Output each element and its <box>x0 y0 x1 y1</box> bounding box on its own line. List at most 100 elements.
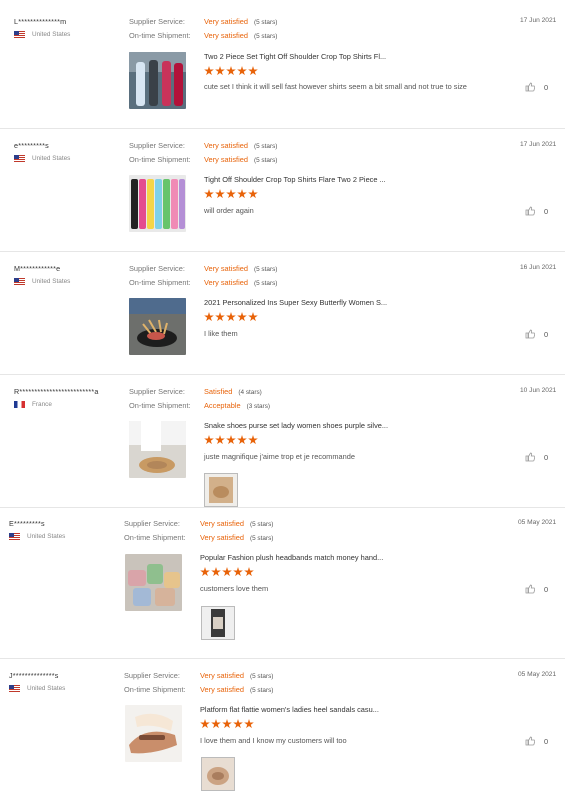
review-comment: I love them and I know my customers will… <box>200 736 347 745</box>
like-button[interactable]: 0 <box>525 584 548 594</box>
shipment-rating: Very satisfied (5 stars) <box>204 278 277 287</box>
review-item: e*********s United States Supplier Servi… <box>0 129 565 251</box>
reviewer-country: United States <box>14 278 70 285</box>
product-title[interactable]: Platform flat flattie women's ladies hee… <box>200 705 379 714</box>
star-rating <box>204 312 259 322</box>
like-button[interactable]: 0 <box>525 736 548 746</box>
supplier-service-value: Very satisfied <box>204 141 248 150</box>
country-label: United States <box>32 155 71 162</box>
product-thumbnail[interactable] <box>125 705 182 762</box>
product-thumbnail[interactable] <box>129 52 186 109</box>
reviewer-name: e*********s <box>14 141 49 150</box>
shipment-stars: (3 stars) <box>246 403 271 410</box>
like-button[interactable]: 0 <box>525 452 548 462</box>
review-date: 16 Jun 2021 <box>520 264 557 271</box>
thumbs-up-icon <box>525 206 535 216</box>
supplier-service-stars: (5 stars) <box>249 673 274 680</box>
star-icon <box>211 719 221 729</box>
star-rating <box>204 435 259 445</box>
review-comment: customers love them <box>200 584 269 593</box>
star-icon <box>204 189 214 199</box>
star-icon <box>215 189 225 199</box>
country-label: United States <box>32 31 71 38</box>
shipment-stars: (5 stars) <box>253 33 278 40</box>
shipment-rating: Acceptable (3 stars) <box>204 401 270 410</box>
reviewer-name: R*************************a <box>14 387 99 396</box>
like-button[interactable]: 0 <box>525 206 548 216</box>
country-label: United States <box>32 278 71 285</box>
star-icon <box>248 312 258 322</box>
review-item: R*************************a France Suppl… <box>0 375 565 507</box>
review-photo[interactable] <box>201 757 235 791</box>
us-flag-icon <box>14 278 25 285</box>
star-icon <box>222 719 232 729</box>
supplier-service-stars: (5 stars) <box>253 143 278 150</box>
product-title[interactable]: Two 2 Piece Set Tight Off Shoulder Crop … <box>204 52 386 61</box>
supplier-service-label: Supplier Service: <box>124 519 180 528</box>
product-thumbnail[interactable] <box>129 421 186 478</box>
review-photo[interactable] <box>201 606 235 640</box>
shipment-rating: Very satisfied (5 stars) <box>200 533 273 542</box>
us-flag-icon <box>14 155 25 162</box>
supplier-service-stars: (4 stars) <box>238 389 262 396</box>
product-thumbnail[interactable] <box>129 175 186 232</box>
supplier-service-stars: (5 stars) <box>253 266 278 273</box>
review-date: 05 May 2021 <box>518 519 557 526</box>
product-thumbnail[interactable] <box>125 554 182 611</box>
supplier-service-stars: (5 stars) <box>253 19 278 26</box>
star-icon <box>237 189 247 199</box>
reviewer-name: M************e <box>14 264 61 273</box>
us-flag-icon <box>9 685 20 692</box>
star-icon <box>248 189 258 199</box>
like-button[interactable]: 0 <box>525 82 548 92</box>
star-icon <box>204 435 214 445</box>
review-item: E*********s United States Supplier Servi… <box>0 508 565 658</box>
star-icon <box>244 719 254 729</box>
shipment-rating: Very satisfied (5 stars) <box>204 31 277 40</box>
reviewer-country: United States <box>9 533 65 540</box>
star-rating <box>200 719 255 729</box>
shipment-label: On-time Shipment: <box>129 155 191 164</box>
star-icon <box>204 66 214 76</box>
reviewer-name: J**************s <box>9 671 59 680</box>
reviewer-country: United States <box>14 155 70 162</box>
like-count: 0 <box>544 82 549 92</box>
thumbs-up-icon <box>525 329 535 339</box>
product-title[interactable]: Snake shoes purse set lady women shoes p… <box>204 421 388 430</box>
supplier-service-rating: Very satisfied (5 stars) <box>200 519 273 528</box>
supplier-service-rating: Very satisfied (5 stars) <box>204 264 277 273</box>
shipment-value: Very satisfied <box>200 533 244 542</box>
shipment-value: Very satisfied <box>204 278 248 287</box>
product-title[interactable]: 2021 Personalized Ins Super Sexy Butterf… <box>204 298 387 307</box>
star-icon <box>215 66 225 76</box>
us-flag-icon <box>9 533 20 540</box>
star-icon <box>237 66 247 76</box>
review-comment: will order again <box>204 206 254 215</box>
review-photo[interactable] <box>204 473 238 507</box>
star-icon <box>211 567 221 577</box>
star-icon <box>237 435 247 445</box>
product-title[interactable]: Popular Fashion plush headbands match mo… <box>200 553 383 562</box>
country-label: United States <box>27 533 66 540</box>
like-count: 0 <box>544 452 549 462</box>
product-title[interactable]: Tight Off Shoulder Crop Top Shirts Flare… <box>204 175 386 184</box>
supplier-service-label: Supplier Service: <box>129 387 185 396</box>
supplier-service-value: Very satisfied <box>204 264 248 273</box>
thumbs-up-icon <box>525 736 535 746</box>
shipment-stars: (5 stars) <box>253 280 278 287</box>
product-thumbnail[interactable] <box>129 298 186 355</box>
shipment-label: On-time Shipment: <box>129 31 191 40</box>
review-item: J**************s United States Supplier … <box>0 659 565 800</box>
thumbs-up-icon <box>525 452 535 462</box>
star-rating <box>204 189 259 199</box>
supplier-service-value: Satisfied <box>204 387 233 396</box>
like-button[interactable]: 0 <box>525 329 548 339</box>
star-rating <box>204 66 259 76</box>
star-icon <box>222 567 232 577</box>
fr-flag-icon <box>14 401 25 408</box>
shipment-label: On-time Shipment: <box>124 533 186 542</box>
like-count: 0 <box>544 329 549 339</box>
star-icon <box>248 66 258 76</box>
review-item: L**************m United States Supplier … <box>0 0 565 129</box>
us-flag-icon <box>14 31 25 38</box>
